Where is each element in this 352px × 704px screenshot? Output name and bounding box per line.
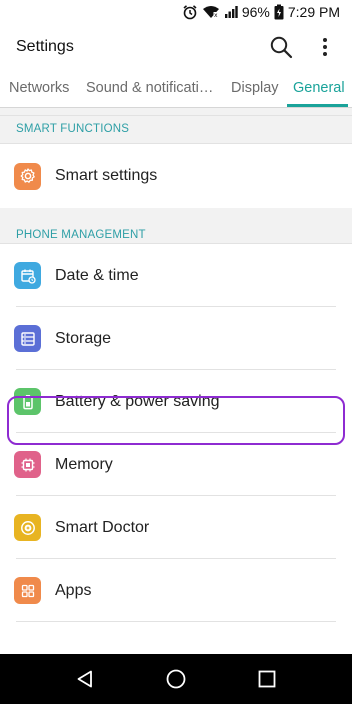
section-header-smart-functions: SMART FUNCTIONS xyxy=(0,116,352,144)
list-item-label: Memory xyxy=(55,455,113,473)
list-item-label: Date & time xyxy=(55,266,139,284)
list-item-storage[interactable]: Storage xyxy=(0,307,352,370)
search-icon[interactable] xyxy=(268,34,294,60)
tab-general[interactable]: General xyxy=(293,80,345,96)
app-bar: Settings xyxy=(0,24,352,70)
list-item-label: Storage xyxy=(55,329,112,347)
list-item-apps[interactable]: Apps xyxy=(0,559,352,622)
wifi-icon: x xyxy=(202,5,220,19)
status-bar: x 96% 7:29 PM xyxy=(0,0,352,24)
list-item-date-time[interactable]: Date & time xyxy=(0,244,352,307)
smart-doctor-icon xyxy=(14,514,41,541)
home-icon[interactable] xyxy=(156,659,196,699)
section-header-phone-management: PHONE MANAGEMENT xyxy=(0,208,352,244)
page-title: Settings xyxy=(16,38,74,55)
calendar-clock-icon xyxy=(14,262,41,289)
svg-text:x: x xyxy=(214,12,218,19)
tab-bar: Networks Sound & notificati… Display Gen… xyxy=(0,70,352,108)
list-item-smart-doctor[interactable]: Smart Doctor xyxy=(0,496,352,559)
row-divider xyxy=(16,621,336,622)
tab-sound-notifications[interactable]: Sound & notificati… xyxy=(86,80,213,96)
more-options-icon[interactable] xyxy=(312,34,338,60)
tab-networks[interactable]: Networks xyxy=(9,80,69,96)
list-item-smart-settings[interactable]: Smart settings xyxy=(0,144,352,208)
list-item-memory[interactable]: Memory xyxy=(0,433,352,496)
gear-icon xyxy=(14,162,41,190)
battery-percent: 96% xyxy=(241,4,270,20)
navigation-bar xyxy=(0,654,352,704)
settings-list: SMART FUNCTIONS Smart settings PHONE MAN… xyxy=(0,108,352,654)
recents-icon[interactable] xyxy=(247,659,287,699)
top-divider xyxy=(0,108,352,116)
back-icon[interactable] xyxy=(65,659,105,699)
list-item-label: Apps xyxy=(55,581,92,599)
tab-display[interactable]: Display xyxy=(231,80,279,96)
alarm-icon xyxy=(182,4,198,20)
tab-active-indicator xyxy=(287,104,348,107)
list-item-label: Smart settings xyxy=(55,167,158,184)
clock-time: 7:29 PM xyxy=(287,4,340,20)
battery-status-icon xyxy=(274,4,284,20)
chip-icon xyxy=(14,451,41,478)
list-item-label: Smart Doctor xyxy=(55,518,150,536)
list-item-battery-power-saving[interactable]: Battery & power saving xyxy=(0,370,352,433)
apps-grid-icon xyxy=(14,577,41,604)
battery-icon xyxy=(14,388,41,415)
signal-icon xyxy=(224,5,238,19)
storage-icon xyxy=(14,325,41,352)
list-item-label: Battery & power saving xyxy=(55,392,220,410)
